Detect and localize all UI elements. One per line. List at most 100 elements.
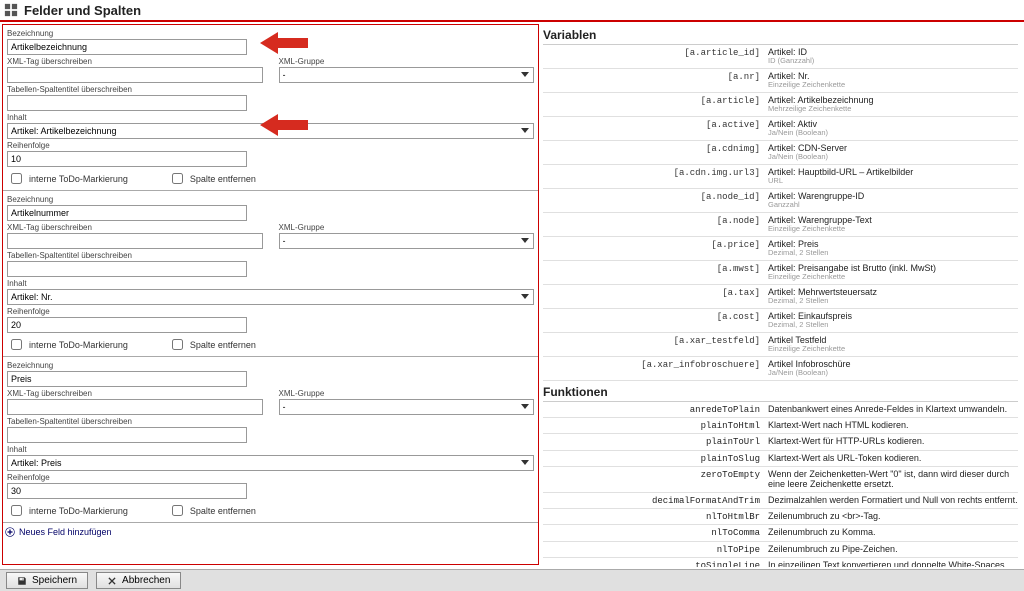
reference-row[interactable]: [a.cdnimg]Artikel: CDN-ServerJa/Nein (Bo… (543, 141, 1018, 165)
xmlgruppe-select[interactable]: - (279, 233, 535, 249)
reihenfolge-input[interactable] (7, 151, 247, 167)
reference-row[interactable]: zeroToEmptyWenn der Zeichenketten-Wert "… (543, 467, 1018, 493)
label-spaltentitel: Tabellen-Spaltentitel überschreiben (7, 85, 534, 94)
reference-row[interactable]: [a.article]Artikel: ArtikelbezeichnungMe… (543, 93, 1018, 117)
reference-key: [a.cdn.img.url3] (674, 168, 760, 178)
inhalt-select[interactable]: Artikel: Artikelbezeichnung (7, 123, 534, 139)
inhalt-select[interactable]: Artikel: Preis (7, 455, 534, 471)
action-bar: Speichern Abbrechen (0, 569, 1024, 591)
spaltentitel-input[interactable] (7, 95, 247, 111)
reference-row[interactable]: nlToCommaZeilenumbruch zu Komma. (543, 525, 1018, 541)
reference-value: Artikel: Warengruppe-TextEinzeilige Zeic… (768, 215, 1018, 234)
bezeichnung-input[interactable] (7, 39, 247, 55)
reference-row[interactable]: [a.xar_testfeld]Artikel TestfeldEinzeili… (543, 333, 1018, 357)
bezeichnung-input[interactable] (7, 371, 247, 387)
reference-row[interactable]: [a.price] Artikel: PreisDezimal, 2 Stelle… (543, 237, 1018, 261)
reference-row[interactable]: [a.node]Artikel: Warengruppe-TextEinzeil… (543, 213, 1018, 237)
fields-editor: BezeichnungXML-Tag überschreibenXML-Grup… (2, 24, 539, 565)
reference-key: [a.cdnimg] (706, 144, 760, 154)
reihenfolge-input[interactable] (7, 317, 247, 333)
todo-checkbox-label[interactable]: interne ToDo-Markierung (7, 170, 128, 187)
reference-key: nlToHtmlBr (706, 512, 760, 522)
reference-value: Wenn der Zeichenketten-Wert "0" ist, dan… (768, 469, 1018, 490)
reference-row[interactable]: [a.active]Artikel: AktivJa/Nein (Boolean… (543, 117, 1018, 141)
delete-checkbox-label[interactable]: Spalte entfernen (168, 170, 256, 187)
reference-value: Zeilenumbruch zu <br>-Tag. (768, 511, 1018, 522)
add-field-link[interactable]: Neues Feld hinzufügen (3, 523, 538, 541)
reference-row[interactable]: nlToPipe Zeilenumbruch zu Pipe-Zeichen. (543, 542, 1018, 558)
reference-row[interactable]: plainToSlugKlartext-Wert als URL-Token k… (543, 451, 1018, 467)
label-xmltag: XML-Tag überschreiben (7, 223, 263, 232)
reference-key: [a.node_id] (701, 192, 760, 202)
todo-checkbox-label[interactable]: interne ToDo-Markierung (7, 336, 128, 353)
inhalt-select[interactable]: Artikel: Nr. (7, 289, 534, 305)
todo-checkbox-label[interactable]: interne ToDo-Markierung (7, 502, 128, 519)
reference-key: plainToHtml (701, 421, 760, 431)
delete-checkbox[interactable] (172, 173, 183, 184)
xmltag-input[interactable] (7, 67, 263, 83)
bezeichnung-input[interactable] (7, 205, 247, 221)
save-button[interactable]: Speichern (6, 572, 88, 589)
reihenfolge-input[interactable] (7, 483, 247, 499)
xmlgruppe-select[interactable]: - (279, 399, 535, 415)
reference-value: Klartext-Wert nach HTML kodieren. (768, 420, 1018, 431)
xmltag-input[interactable] (7, 399, 263, 415)
save-label: Speichern (32, 575, 77, 586)
delete-checkbox[interactable] (172, 339, 183, 350)
reference-value: Artikel: ArtikelbezeichnungMehrzeilige Z… (768, 95, 1018, 114)
xmlgruppe-select[interactable]: - (279, 67, 535, 83)
field-block: BezeichnungXML-Tag überschreibenXML-Grup… (3, 25, 538, 191)
todo-checkbox[interactable] (11, 173, 22, 184)
delete-checkbox-label[interactable]: Spalte entfernen (168, 502, 256, 519)
reference-row[interactable]: [a.xar_infobroschuere]Artikel Infobrosch… (543, 357, 1018, 381)
reference-row[interactable]: plainToUrlKlartext-Wert für HTTP-URLs ko… (543, 434, 1018, 450)
reference-row[interactable]: [a.nr]Artikel: Nr.Einzeilige Zeichenkett… (543, 69, 1018, 93)
reference-value: Zeilenumbruch zu Pipe-Zeichen. (768, 544, 1018, 555)
label-xmltag: XML-Tag überschreiben (7, 57, 263, 66)
reference-row[interactable]: [a.cdn.img.url3] Artikel: Hauptbild-URL –… (543, 165, 1018, 189)
label-reihenfolge: Reihenfolge (7, 307, 534, 316)
reference-panel: Variablen [a.article_id]Artikel: IDID (G… (539, 22, 1024, 567)
xmltag-input[interactable] (7, 233, 263, 249)
cancel-button[interactable]: Abbrechen (96, 572, 181, 589)
close-icon (107, 576, 117, 586)
label-bezeichnung: Bezeichnung (7, 361, 534, 370)
spaltentitel-input[interactable] (7, 261, 247, 277)
delete-checkbox-label[interactable]: Spalte entfernen (168, 336, 256, 353)
functions-heading: Funktionen (543, 381, 1018, 402)
reference-key: [a.article_id] (684, 48, 760, 58)
label-inhalt: Inhalt (7, 113, 534, 122)
todo-checkbox[interactable] (11, 505, 22, 516)
label-bezeichnung: Bezeichnung (7, 195, 534, 204)
reference-value: Artikel: MehrwertsteuersatzDezimal, 2 St… (768, 287, 1018, 306)
reference-key: [a.price] (711, 240, 760, 250)
reference-value: Klartext-Wert als URL-Token kodieren. (768, 453, 1018, 464)
reference-key: toSingleLine (695, 561, 760, 567)
label-inhalt: Inhalt (7, 445, 534, 454)
reference-row[interactable]: [a.mwst]Artikel: Preisangabe ist Brutto … (543, 261, 1018, 285)
spaltentitel-input[interactable] (7, 427, 247, 443)
delete-checkbox[interactable] (172, 505, 183, 516)
variables-heading: Variablen (543, 24, 1018, 45)
reference-row[interactable]: [a.cost]Artikel: EinkaufspreisDezimal, 2… (543, 309, 1018, 333)
todo-checkbox[interactable] (11, 339, 22, 350)
reference-row[interactable]: [a.article_id]Artikel: IDID (Ganzzahl) (543, 45, 1018, 69)
reference-row[interactable]: decimalFormatAndTrimDezimalzahlen werden… (543, 493, 1018, 509)
reference-row[interactable]: [a.tax]Artikel: MehrwertsteuersatzDezima… (543, 285, 1018, 309)
reference-row[interactable]: plainToHtml Klartext-Wert nach HTML kodie… (543, 418, 1018, 434)
reference-value: Artikel: Warengruppe-IDGanzzahl (768, 191, 1018, 210)
reference-key: nlToPipe (717, 545, 760, 555)
label-reihenfolge: Reihenfolge (7, 473, 534, 482)
reference-value: Klartext-Wert für HTTP-URLs kodieren. (768, 436, 1018, 447)
grid-icon (4, 3, 18, 17)
page-title: Felder und Spalten (24, 3, 141, 18)
reference-value: Artikel: PreisDezimal, 2 Stellen (768, 239, 1018, 258)
reference-row[interactable]: nlToHtmlBr Zeilenumbruch zu <br>-Tag. (543, 509, 1018, 525)
reference-key: [a.mwst] (717, 264, 760, 274)
cancel-label: Abbrechen (122, 575, 170, 586)
reference-row[interactable]: toSingleLineIn einzeiligen Text konverti… (543, 558, 1018, 567)
reference-value: Artikel: Hauptbild-URL – ArtikelbilderUR… (768, 167, 1018, 186)
label-spaltentitel: Tabellen-Spaltentitel überschreiben (7, 251, 534, 260)
reference-row[interactable]: [a.node_id] Artikel: Warengruppe-IDGanzza… (543, 189, 1018, 213)
reference-row[interactable]: anredeToPlainDatenbankwert eines Anrede-… (543, 402, 1018, 418)
